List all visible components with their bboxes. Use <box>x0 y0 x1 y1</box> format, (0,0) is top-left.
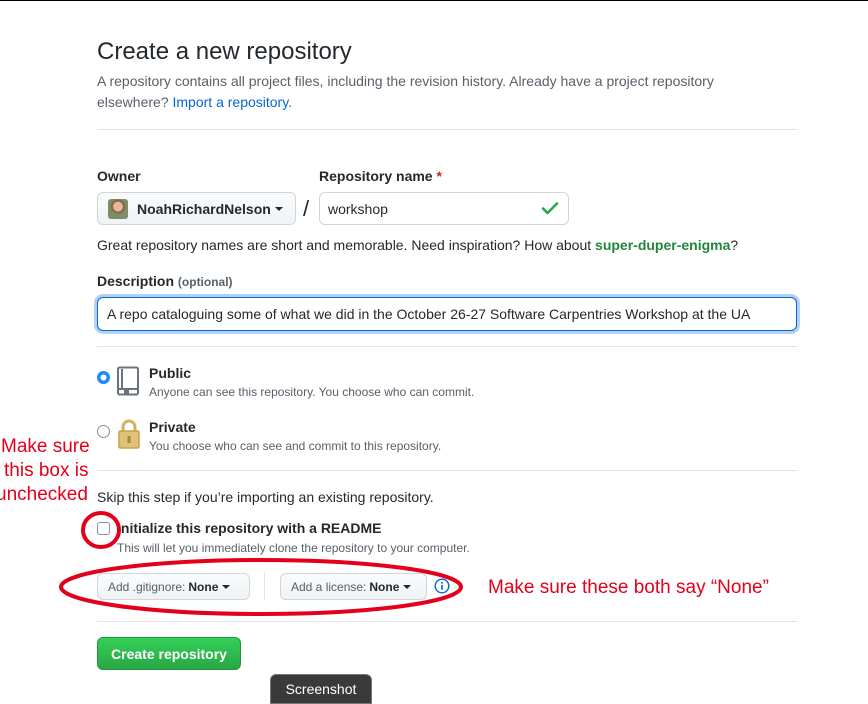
owner-label: Owner <box>97 168 141 184</box>
owner-repo-separator: / <box>303 196 310 221</box>
repo-book-icon <box>117 366 139 396</box>
private-title: Private <box>149 419 196 435</box>
avatar <box>108 198 128 219</box>
info-icon[interactable] <box>434 578 450 594</box>
repo-name-value: workshop <box>328 200 388 217</box>
name-hint-text: Great repository names are short and mem… <box>97 237 592 253</box>
create-repository-button[interactable]: Create repository <box>97 637 241 670</box>
owner-select[interactable]: NoahRichardNelson <box>97 192 296 225</box>
screenshot-tab[interactable]: Screenshot <box>270 674 372 704</box>
name-suggestion[interactable]: super-duper-enigma <box>595 237 730 253</box>
lock-icon <box>118 419 140 449</box>
optional-tag: (optional) <box>177 275 233 289</box>
public-radio[interactable] <box>97 371 110 384</box>
chevron-down-icon <box>274 206 283 211</box>
page-subtitle: A repository contains all project files,… <box>97 71 777 113</box>
readme-label: Initialize this repository with a README <box>117 520 382 536</box>
annotation-line-2: this box is <box>4 460 89 481</box>
private-radio[interactable] <box>97 425 110 438</box>
description-label-text: Description <box>97 273 175 289</box>
name-hint: Great repository names are short and mem… <box>97 237 738 253</box>
divider <box>97 470 797 471</box>
owner-value: NoahRichardNelson <box>137 200 271 217</box>
required-mark: * <box>436 168 442 184</box>
description-input[interactable]: A repo cataloguing some of what we did i… <box>97 297 797 331</box>
annotation-line-1: Make sure <box>1 436 90 457</box>
repo-name-label-text: Repository name <box>319 168 433 184</box>
chevron-down-icon <box>222 584 231 589</box>
divider <box>97 346 797 347</box>
annotation-selects-note: Make sure these both say “None” <box>488 577 769 598</box>
private-desc: You choose who can see and commit to thi… <box>149 439 442 453</box>
gitignore-label: Add .gitignore: <box>108 579 186 594</box>
chevron-down-icon <box>403 584 412 589</box>
top-border <box>0 0 868 1</box>
divider <box>97 621 797 622</box>
subtitle-end: . <box>288 94 293 110</box>
gitignore-select[interactable]: Add .gitignore: None <box>97 573 250 600</box>
page-title: Create a new repository <box>97 38 352 65</box>
public-title: Public <box>149 365 192 381</box>
name-hint-end: ? <box>730 237 739 253</box>
repo-name-label: Repository name * <box>319 168 442 184</box>
readme-desc: This will let you immediately clone the … <box>117 541 470 555</box>
license-select[interactable]: Add a license: None <box>280 573 427 600</box>
repo-name-input[interactable]: workshop <box>319 192 569 225</box>
license-value: None <box>369 579 400 594</box>
public-desc: Anyone can see this repository. You choo… <box>149 385 475 399</box>
import-repository-link[interactable]: Import a repository <box>173 94 289 110</box>
skip-note: Skip this step if you’re importing an ex… <box>97 489 434 505</box>
check-icon <box>541 202 559 215</box>
readme-checkbox[interactable] <box>97 522 110 535</box>
divider <box>97 129 797 130</box>
description-label: Description (optional) <box>97 273 233 289</box>
select-separator <box>264 572 265 600</box>
gitignore-value: None <box>188 579 219 594</box>
annotation-line-3: unchecked <box>0 484 88 505</box>
license-label: Add a license: <box>291 579 367 594</box>
